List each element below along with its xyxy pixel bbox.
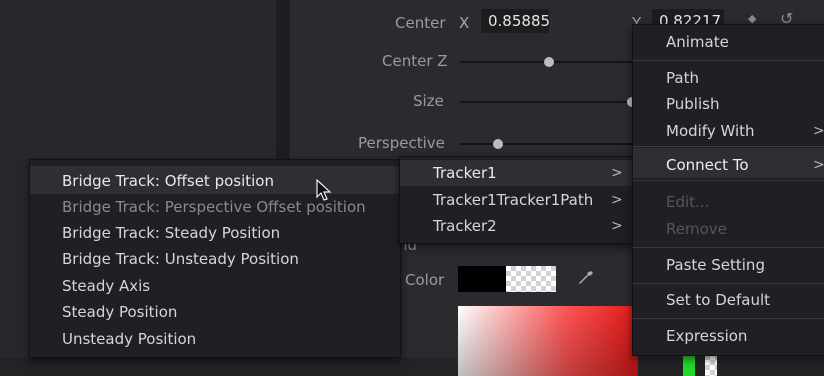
menu-item-bridge-steady-position[interactable]: Bridge Track: Steady Position [62,224,280,242]
menu-item-bridge-offset-position[interactable]: Bridge Track: Offset position [62,172,274,190]
menu-item-connect-to[interactable]: Connect To [666,156,749,174]
menu-item-publish[interactable]: Publish [666,95,719,113]
menu-item-animate[interactable]: Animate [666,33,729,51]
menu-item-path[interactable]: Path [666,69,699,87]
menu-item-edit: Edit... [666,193,710,211]
menu-separator [633,283,824,284]
chevron-right-icon: > [611,192,623,208]
center-label: Center [395,14,446,32]
center-z-slider-knob[interactable] [544,57,554,67]
menu-item-steady-axis[interactable]: Steady Axis [62,277,150,295]
color-label: Color [405,271,445,289]
chevron-right-icon: > [611,218,623,234]
color-swatch-opaque[interactable] [458,266,506,292]
size-label: Size [413,92,444,110]
menu-item-tracker1[interactable]: Tracker1 [433,164,497,182]
menu-separator [633,180,824,181]
perspective-slider-knob[interactable] [493,139,503,149]
menu-item-bridge-unsteady-position[interactable]: Bridge Track: Unsteady Position [62,250,299,268]
chevron-right-icon: > [813,123,824,139]
eyedropper-icon[interactable] [576,268,596,288]
chevron-right-icon: > [611,165,623,181]
context-menu: Animate Path Publish Modify With > Conne… [632,24,824,356]
menu-separator [633,247,824,248]
menu-item-tracker2[interactable]: Tracker2 [433,217,497,235]
perspective-label: Perspective [358,134,445,152]
mouse-cursor-icon [316,179,332,201]
bottom-strip [0,358,824,376]
menu-item-unsteady-position[interactable]: Unsteady Position [62,330,196,348]
color-swatch-alpha[interactable] [506,266,556,292]
menu-item-tracker1-path[interactable]: Tracker1Tracker1Path [433,191,593,209]
menu-item-set-to-default[interactable]: Set to Default [666,291,770,309]
menu-item-remove: Remove [666,220,727,238]
menu-separator [633,318,824,319]
center-z-label: Center Z [382,52,448,70]
menu-separator [633,60,824,61]
menu-item-modify-with[interactable]: Modify With [666,122,755,140]
center-x-field[interactable]: 0.85885 [481,9,550,33]
menu-separator [633,146,824,147]
color-picker-field[interactable] [458,306,638,376]
menu-item-paste-setting[interactable]: Paste Setting [666,256,765,274]
perspective-slider[interactable] [460,143,640,145]
menu-item-steady-position[interactable]: Steady Position [62,303,177,321]
menu-item-expression[interactable]: Expression [666,327,747,345]
size-slider[interactable] [460,101,640,103]
tracker-submenu: Tracker1 > Tracker1Tracker1Path > Tracke… [399,156,634,244]
chevron-right-icon: > [813,157,824,173]
center-x-label: X [459,14,470,32]
bridge-track-menu: Bridge Track: Offset position Bridge Tra… [29,159,401,358]
